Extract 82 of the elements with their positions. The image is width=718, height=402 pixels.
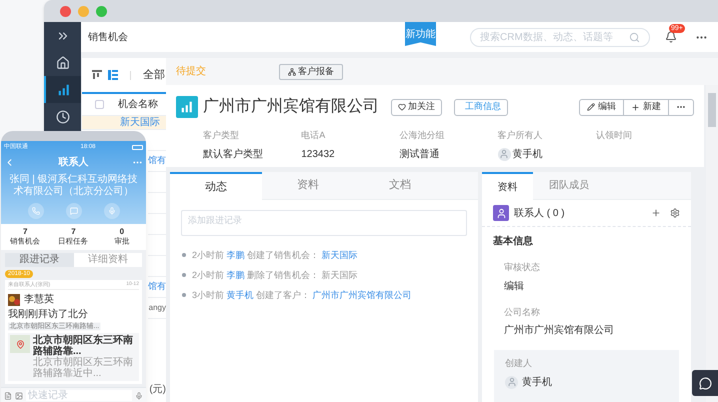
quick-note-field[interactable]: 快速记录 [26,390,132,401]
checkbox[interactable] [95,100,104,109]
map-title: 北京市朝阳区东三环南路辅路靠... [33,335,134,357]
post-text: 我刚刚拜访了北分 [8,309,89,321]
field-value: 广州市广州宾馆有限公司 [504,324,615,338]
heart-icon [398,103,406,111]
field-value: 黄手机 [512,148,543,162]
clock-icon [56,110,70,124]
field-value: 默认客户类型 [203,148,263,162]
field-label: 公司名称 [504,306,541,318]
follow-button[interactable]: 加关注 [391,98,442,116]
row-text[interactable]: angy [148,302,166,314]
activity-text: 2小时前 李鹏 创建了销售机会： 新天国际 [192,249,358,261]
status-label: 待提交 [176,64,206,79]
company-title: 广州市广州宾馆有限公司 [203,96,379,117]
stat-value: 7 [71,227,76,237]
column-header: 机会名称 [118,98,158,112]
field-label: 客户类型 [203,129,240,142]
field-value: 123432 [301,148,335,162]
business-info-button[interactable]: 工商信息 [454,98,508,116]
row-text[interactable]: 馆有 [148,154,166,168]
field-label: 公海池分组 [399,129,446,142]
share-icon [288,68,296,76]
map-icon [10,335,30,353]
section-title: 基本信息 [493,234,534,249]
voice-icon[interactable] [135,392,143,400]
stat-value: 7 [22,227,28,237]
avatar-icon [498,148,511,160]
plus-icon [631,102,640,112]
pencil-icon [587,103,595,111]
report-button[interactable]: 客户报备 [279,64,343,80]
activity-text: 3小时前 黄手机 创建了客户： 广州市广州宾馆有限公司 [192,289,412,301]
bar-chart-icon [56,82,70,96]
footer-text: (元) [149,382,166,396]
phone-icon[interactable] [28,203,44,219]
kanban-view-toggle[interactable] [92,70,102,80]
home-icon [56,56,70,70]
chat-icon [698,376,712,390]
new-button[interactable]: 新建 [623,100,668,114]
company-logo-icon [176,96,198,118]
tab[interactable]: 资料 [482,172,533,200]
activity-text: 2小时前 李鹏 删除了销售机会： 新天国际 [192,269,358,281]
add-icon[interactable] [651,208,661,218]
message-icon[interactable] [66,203,82,219]
field-value: 编辑 [504,280,525,294]
image-icon[interactable] [15,392,23,400]
chat-button[interactable] [692,370,718,396]
edit-button[interactable]: 编辑 [580,100,623,114]
search-icon [629,32,640,42]
field-value: 黄手机 [522,376,552,390]
bell-icon [665,31,677,43]
field-label: 认领时间 [596,129,633,142]
company-name: 张同 | 银河系仁科互动网络技术有限公司（北京分公司） [8,174,139,198]
avatar-icon [505,376,518,388]
filter-dropdown[interactable]: 全部 [143,66,165,84]
contacts-label: 联系人 ( 0 ) [514,206,565,220]
phone-tab[interactable]: 跟进记录 [5,253,74,267]
field-label: 创建人 [505,357,533,370]
sidebar-item[interactable] [44,76,81,103]
new-feature-ribbon[interactable]: 新功能 [405,22,436,46]
tab[interactable]: 动态 [170,172,262,200]
phone-tab[interactable]: 详细资料 [74,253,142,267]
list-view-toggle[interactable] [108,70,118,80]
map-address: 北京市朝阳区东三环南路辅路靠近中... [33,357,134,379]
row-text[interactable]: 馆有 [148,280,166,294]
field-label: 电话A [301,129,326,142]
scrollbar[interactable] [706,85,718,402]
field-label: 审核状态 [504,261,541,274]
author-name: 李慧英 [24,292,54,307]
map-card[interactable]: 北京市朝阳区东三环南路辅路靠... 北京市朝阳区东三环南路辅路靠近中... [8,333,139,381]
field-label: 客户所有人 [498,129,544,142]
mic-icon[interactable] [104,203,120,219]
breadcrumb: 销售机会 [88,30,128,44]
settings-icon[interactable] [670,208,680,218]
field-value: 测试普通 [399,148,440,162]
notification-button[interactable] [665,31,677,43]
battery-icon [132,144,143,150]
contact-icon [493,205,509,221]
stat-value: 0 [120,227,124,237]
document-icon[interactable] [4,392,12,400]
phone-title: 联系人 [57,156,90,170]
search-field[interactable]: 搜索CRM数据、动态、话题等 [470,28,650,46]
